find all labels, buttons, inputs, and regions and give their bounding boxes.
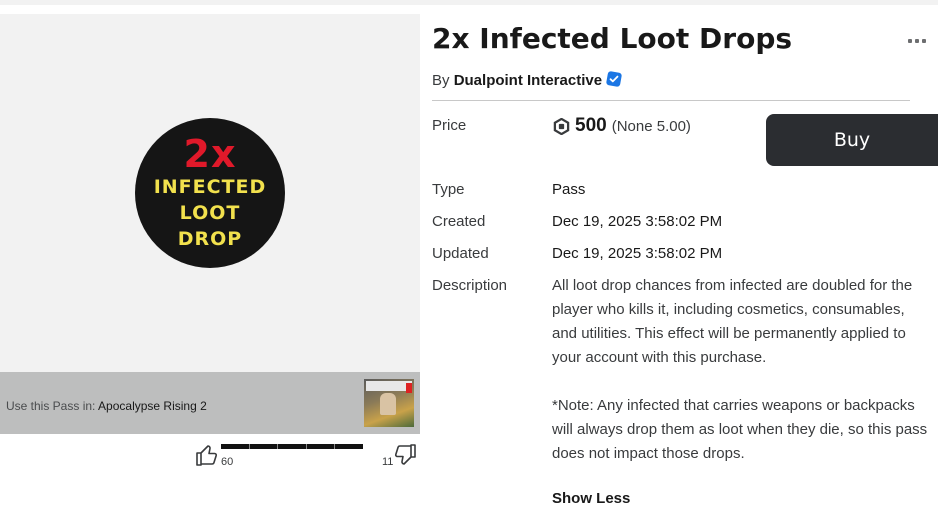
- price-label: Price: [432, 117, 467, 134]
- show-less-link[interactable]: Show Less: [552, 490, 630, 507]
- created-label: Created: [432, 213, 486, 230]
- item-title: 2x Infected Loot Drops: [432, 22, 793, 55]
- updated-label: Updated: [432, 245, 489, 262]
- pass-icon-image: 2x INFECTED LOOT DROP: [135, 118, 285, 268]
- more-options-icon[interactable]: [908, 36, 930, 46]
- badge-multiplier-text: 2x: [183, 132, 237, 176]
- verified-badge-icon: [606, 71, 622, 87]
- type-value: Pass: [552, 181, 586, 198]
- use-pass-in-bar[interactable]: Use this Pass in: Apocalypse Rising 2: [0, 372, 420, 434]
- created-value: Dec 19, 2025 3:58:02 PM: [552, 213, 723, 230]
- vote-section: 60 11: [195, 440, 420, 470]
- top-strip: [0, 0, 938, 5]
- creator-link[interactable]: Dualpoint Interactive: [454, 72, 602, 89]
- header-divider: [432, 100, 910, 101]
- price-value: 500 (None 5.00): [553, 115, 691, 137]
- badge-line-1: INFECTED: [153, 176, 267, 198]
- price-note: (None 5.00): [611, 117, 691, 135]
- description-label: Description: [432, 277, 508, 294]
- by-prefix: By: [432, 72, 450, 89]
- item-thumbnail-panel: 2x INFECTED LOOT DROP Use this Pass in: …: [0, 14, 420, 434]
- creator-byline: By Dualpoint Interactive: [432, 71, 622, 89]
- description-text: All loot drop chances from infected are …: [552, 277, 928, 462]
- thumbs-down-icon[interactable]: [393, 443, 417, 467]
- use-pass-prefix: Use this Pass in:: [6, 399, 96, 413]
- badge-line-3: DROP: [177, 228, 243, 250]
- badge-line-2: LOOT: [179, 202, 241, 224]
- type-label: Type: [432, 181, 465, 198]
- upvote-count: 60: [221, 456, 234, 468]
- game-thumbnail[interactable]: [364, 379, 414, 427]
- robux-icon: [553, 117, 570, 135]
- price-amount: 500: [575, 115, 607, 136]
- thumbs-up-icon[interactable]: [195, 443, 219, 467]
- game-name-link[interactable]: Apocalypse Rising 2: [98, 399, 207, 413]
- downvote-count: 11: [382, 456, 394, 468]
- use-pass-in-text: Use this Pass in: Apocalypse Rising 2: [6, 399, 207, 413]
- updated-value: Dec 19, 2025 3:58:02 PM: [552, 245, 723, 262]
- buy-button[interactable]: Buy: [766, 114, 938, 166]
- vote-ratio-bar: [221, 444, 363, 449]
